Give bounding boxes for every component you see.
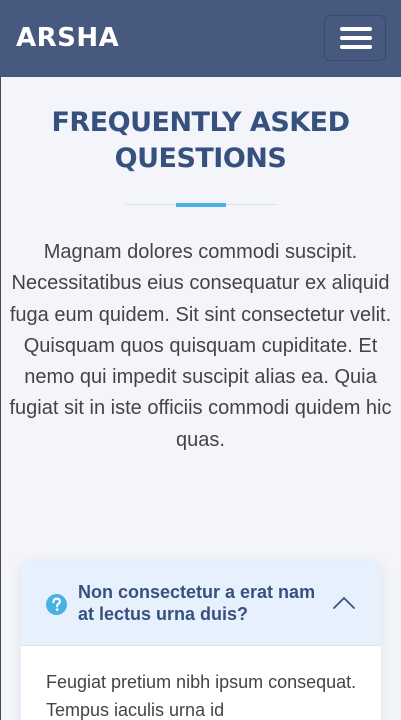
section-intro-text: Magnam dolores commodi suscipit. Necessi… <box>9 241 392 451</box>
chevron-up-icon[interactable] <box>332 594 356 610</box>
faq-question-text: Non consectetur a erat nam at lectus urn… <box>78 582 316 624</box>
question-circle-icon <box>46 594 67 615</box>
faq-question-toggle[interactable]: Non consectetur a erat nam at lectus urn… <box>21 562 381 645</box>
hamburger-menu-icon-bar <box>340 36 372 40</box>
title-accent-bar <box>176 203 226 207</box>
section-title: FREQUENTLY ASKED QUESTIONS <box>20 105 381 177</box>
mobile-menu-button[interactable] <box>324 15 386 61</box>
site-header: ARSHA <box>0 0 401 77</box>
section-title-line-1: FREQUENTLY ASKED <box>51 107 350 138</box>
section-title-line-2: QUESTIONS <box>114 143 287 174</box>
site-logo[interactable]: ARSHA <box>16 20 119 56</box>
page-edge-divider <box>0 77 1 720</box>
faq-item: Non consectetur a erat nam at lectus urn… <box>21 562 381 720</box>
hamburger-menu-icon <box>340 27 372 31</box>
hamburger-menu-icon-bar <box>340 45 372 49</box>
faq-divider <box>21 645 381 646</box>
faq-answer-text: Feugiat pretium nibh ipsum consequat. Te… <box>46 672 357 720</box>
